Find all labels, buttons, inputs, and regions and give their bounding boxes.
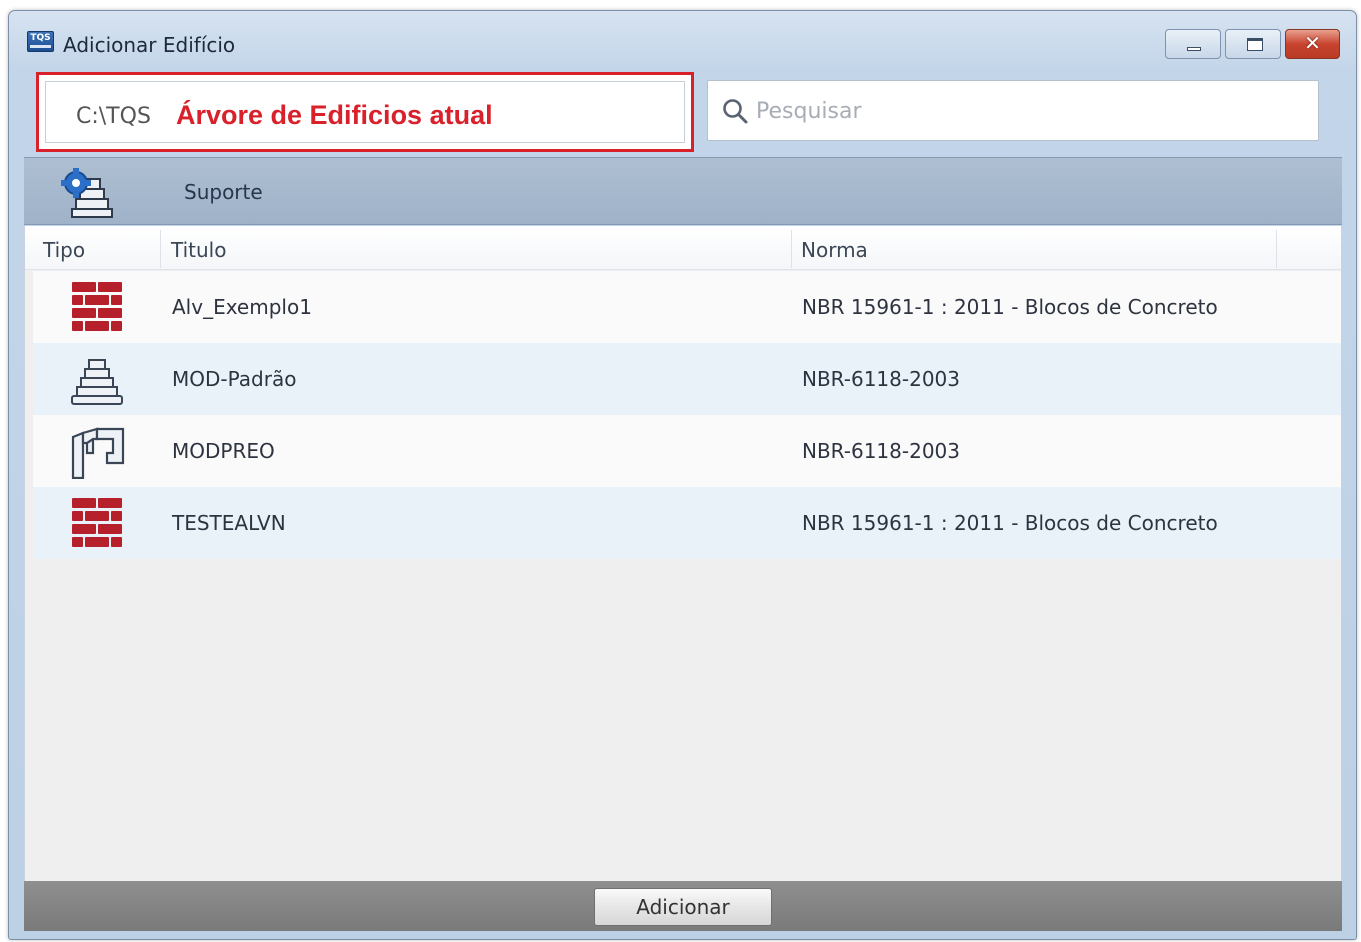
path-annotation: Árvore de Edificios atual [176, 100, 493, 130]
column-header-titulo[interactable]: Titulo [171, 238, 226, 262]
category-item-suporte[interactable]: Suporte [54, 158, 284, 226]
column-divider[interactable] [1276, 230, 1277, 268]
row-titulo: Alv_Exemplo1 [172, 295, 312, 319]
add-button[interactable]: Adicionar [594, 888, 772, 926]
row-titulo: TESTEALVN [172, 511, 286, 535]
column-header-tipo[interactable]: Tipo [43, 238, 85, 262]
column-divider[interactable] [791, 230, 792, 268]
tqs-app-icon: TQS [27, 31, 54, 52]
footer-bar: Adicionar [24, 881, 1342, 931]
path-highlight-box: C:\TQS Árvore de Edificios atual [36, 72, 694, 152]
precast-frame-icon [71, 427, 125, 479]
search-box[interactable] [707, 80, 1319, 141]
table-row[interactable]: MODPREO NBR-6118-2003 [33, 415, 1341, 487]
row-norma: NBR-6118-2003 [802, 439, 960, 463]
close-icon: ✕ [1304, 31, 1321, 55]
category-label: Suporte [184, 180, 263, 204]
close-button[interactable]: ✕ [1285, 29, 1340, 59]
row-titulo: MODPREO [172, 439, 275, 463]
row-norma: NBR-6118-2003 [802, 367, 960, 391]
minimize-icon [1187, 47, 1201, 51]
row-norma: NBR 15961-1 : 2011 - Blocos de Concreto [802, 511, 1218, 535]
app-icon-text: TQS [30, 33, 51, 43]
window-title: Adicionar Edifício [63, 33, 236, 57]
row-norma: NBR 15961-1 : 2011 - Blocos de Concreto [802, 295, 1218, 319]
support-building-icon [61, 168, 113, 218]
column-divider[interactable] [160, 230, 161, 268]
table-row[interactable]: Alv_Exemplo1 NBR 15961-1 : 2011 - Blocos… [33, 271, 1341, 343]
category-bar: Suporte [24, 157, 1342, 225]
maximize-icon [1247, 38, 1263, 51]
search-icon [723, 99, 748, 124]
masonry-brick-icon [72, 498, 122, 547]
table-row[interactable]: MOD-Padrão NBR-6118-2003 [33, 343, 1341, 415]
row-titulo: MOD-Padrão [172, 367, 297, 391]
minimize-button[interactable] [1165, 29, 1221, 59]
building-list: Tipo Titulo Norma Alv_Exemplo1 NBR 15961… [24, 226, 1342, 881]
maximize-button[interactable] [1225, 29, 1281, 59]
title-bar[interactable]: TQS Adicionar Edifício ✕ [9, 11, 1356, 73]
column-header-norma[interactable]: Norma [801, 238, 868, 262]
list-header: Tipo Titulo Norma [25, 226, 1341, 270]
building-stack-icon [71, 359, 123, 405]
table-row[interactable]: TESTEALVN NBR 15961-1 : 2011 - Blocos de… [33, 487, 1341, 559]
path-field[interactable]: C:\TQS Árvore de Edificios atual [45, 81, 685, 143]
path-value: C:\TQS [76, 104, 151, 129]
masonry-brick-icon [72, 282, 122, 331]
search-input[interactable] [756, 93, 1296, 129]
